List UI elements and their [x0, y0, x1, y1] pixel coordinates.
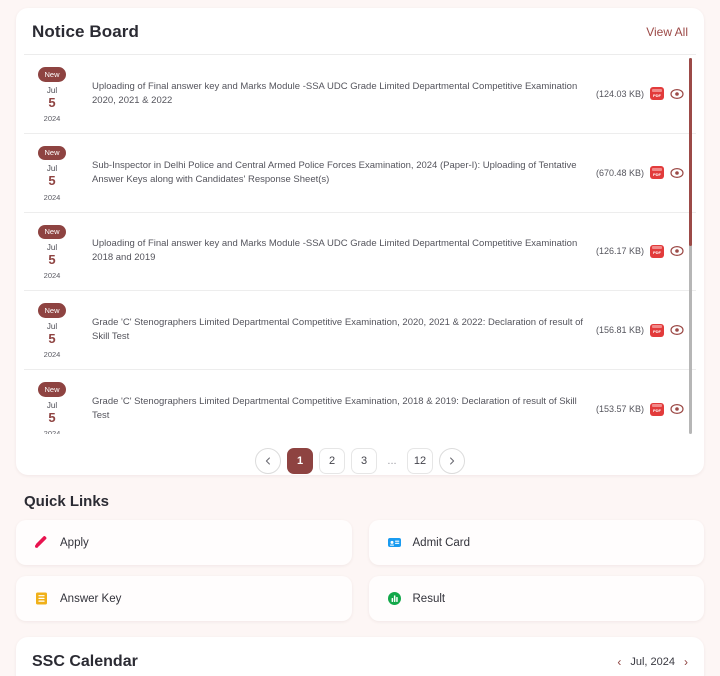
quick-link-result[interactable]: Result: [368, 576, 704, 621]
badge-new: New: [38, 303, 66, 318]
list-doc-icon: [34, 591, 49, 606]
pdf-download-icon[interactable]: PDF: [650, 244, 664, 258]
quick-link-label: Answer Key: [60, 592, 122, 605]
date-column: New Jul 5 2024: [30, 301, 74, 359]
notice-meta: (153.57 KB) PDF: [596, 402, 690, 416]
page-root: Notice Board View All New Jul 5 2024 Uploadi…: [0, 8, 720, 676]
notice-list[interactable]: New Jul 5 2024 Uploading of Final answer key…: [24, 55, 696, 434]
notice-meta: (156.81 KB) PDF: [596, 323, 690, 337]
quick-link-answer-key[interactable]: Answer Key: [16, 576, 352, 621]
notice-file-size: (126.17 KB): [595, 246, 644, 257]
notice-row[interactable]: New Jul 5 2024 Sub-Inspector in Delhi Police…: [24, 134, 696, 213]
notice-year: 2024: [43, 192, 61, 202]
quick-links-title: Quick Links: [24, 493, 110, 510]
notice-month: Jul: [46, 164, 58, 174]
chevron-right-icon: [450, 457, 455, 465]
ssc-calendar-nav: ‹ Jul, 2024 ›: [617, 656, 688, 668]
eye-view-icon[interactable]: [670, 166, 684, 180]
notice-row[interactable]: New Jul 5 2024 Grade 'C' Stenographers Limit…: [24, 291, 696, 371]
notice-year: 2024: [43, 428, 61, 434]
badge-new: New: [38, 67, 66, 82]
pdf-download-icon[interactable]: PDF: [650, 402, 664, 416]
pdf-icon-label: PDF: [653, 92, 661, 98]
quick-link-label: Apply: [60, 536, 89, 549]
date-column: New Jul 5 2024: [30, 144, 74, 202]
notice-file-size: (124.03 KB): [595, 88, 644, 99]
quick-link-label: Result: [412, 592, 446, 605]
page-title: Notice Board: [32, 22, 139, 41]
pen-icon: [34, 535, 49, 550]
bar-chart-icon: [387, 591, 402, 606]
notice-file-size: (670.48 KB): [595, 167, 644, 178]
notice-year: 2024: [43, 113, 61, 123]
pagination-page-3[interactable]: 3: [351, 448, 377, 474]
calendar-prev-icon[interactable]: ‹: [617, 656, 621, 668]
notice-title[interactable]: Grade 'C' Stenographers Limited Departme…: [74, 316, 596, 344]
scrollbar-thumb[interactable]: [689, 58, 692, 246]
notice-month: Jul: [46, 400, 58, 410]
notice-file-size: (153.57 KB): [595, 404, 644, 415]
notice-row[interactable]: New Jul 5 2024 Grade 'C' Stenographers Limit…: [24, 370, 696, 434]
eye-view-icon[interactable]: [670, 244, 684, 258]
date-column: New Jul 5 2024: [30, 223, 74, 281]
badge-new: New: [38, 382, 66, 397]
pdf-icon-label: PDF: [653, 250, 661, 256]
quick-links-grid: Apply Admit Card Answer Key Result: [16, 520, 704, 621]
notice-title[interactable]: Grade 'C' Stenographers Limited Departme…: [74, 395, 596, 423]
eye-view-icon[interactable]: [670, 323, 684, 337]
notice-meta: (670.48 KB) PDF: [596, 166, 690, 180]
pdf-download-icon[interactable]: PDF: [650, 166, 664, 180]
notice-meta: (126.17 KB) PDF: [596, 244, 690, 258]
quick-link-label: Admit Card: [412, 536, 471, 549]
notice-day: 5: [48, 173, 56, 189]
notice-row[interactable]: New Jul 5 2024 Uploading of Final answer key…: [24, 213, 696, 292]
pagination-page-1[interactable]: 1: [287, 448, 313, 474]
notice-list-scrollbar[interactable]: [689, 58, 692, 434]
id-card-icon: [387, 535, 402, 550]
pagination[interactable]: 1 2 3 ... 12: [16, 434, 704, 474]
eye-view-icon[interactable]: [670, 87, 684, 101]
calendar-month-label: Jul, 2024: [630, 656, 675, 668]
quick-link-admit-card[interactable]: Admit Card: [368, 520, 704, 565]
date-column: New Jul 5 2024: [30, 380, 74, 434]
pagination-page-2[interactable]: 2: [319, 448, 345, 474]
pdf-download-icon[interactable]: PDF: [650, 323, 664, 337]
notice-day: 5: [48, 252, 56, 268]
view-all-link[interactable]: View All: [646, 25, 688, 39]
pdf-download-icon[interactable]: PDF: [650, 87, 664, 101]
pagination-page-last[interactable]: 12: [407, 448, 433, 474]
notice-board-card: Notice Board View All New Jul 5 2024 Uploadi…: [16, 8, 704, 475]
notice-month: Jul: [46, 243, 58, 253]
notice-title[interactable]: Uploading of Final answer key and Marks …: [74, 80, 596, 108]
notice-meta: (124.03 KB) PDF: [596, 87, 690, 101]
calendar-next-icon[interactable]: ›: [684, 656, 688, 668]
pdf-icon-label: PDF: [653, 171, 661, 177]
notice-file-size: (156.81 KB): [595, 325, 644, 336]
notice-title[interactable]: Sub-Inspector in Delhi Police and Centra…: [74, 159, 596, 187]
quick-link-apply[interactable]: Apply: [16, 520, 352, 565]
ssc-calendar-card: SSC Calendar ‹ Jul, 2024 ›: [16, 637, 704, 676]
pdf-icon-label: PDF: [653, 408, 661, 414]
notice-row[interactable]: New Jul 5 2024 Uploading of Final answer key…: [24, 55, 696, 134]
notice-day: 5: [48, 330, 56, 346]
pagination-prev-button[interactable]: [255, 448, 281, 474]
badge-new: New: [38, 145, 66, 161]
notice-year: 2024: [43, 271, 61, 281]
notice-month: Jul: [46, 321, 58, 331]
pagination-ellipsis: ...: [387, 455, 397, 467]
notice-month: Jul: [46, 85, 58, 95]
eye-view-icon[interactable]: [670, 402, 684, 416]
ssc-calendar-title: SSC Calendar: [32, 653, 138, 670]
pagination-next-button[interactable]: [439, 448, 465, 474]
date-column: New Jul 5 2024: [30, 65, 74, 123]
chevron-left-icon: [265, 457, 270, 465]
notice-year: 2024: [43, 350, 61, 360]
pdf-icon-label: PDF: [653, 329, 661, 335]
notice-day: 5: [48, 409, 56, 425]
notice-title[interactable]: Uploading of Final answer key and Marks …: [74, 237, 596, 265]
badge-new: New: [38, 224, 66, 240]
notice-day: 5: [48, 94, 56, 110]
notice-board-header: Notice Board View All: [16, 8, 704, 54]
